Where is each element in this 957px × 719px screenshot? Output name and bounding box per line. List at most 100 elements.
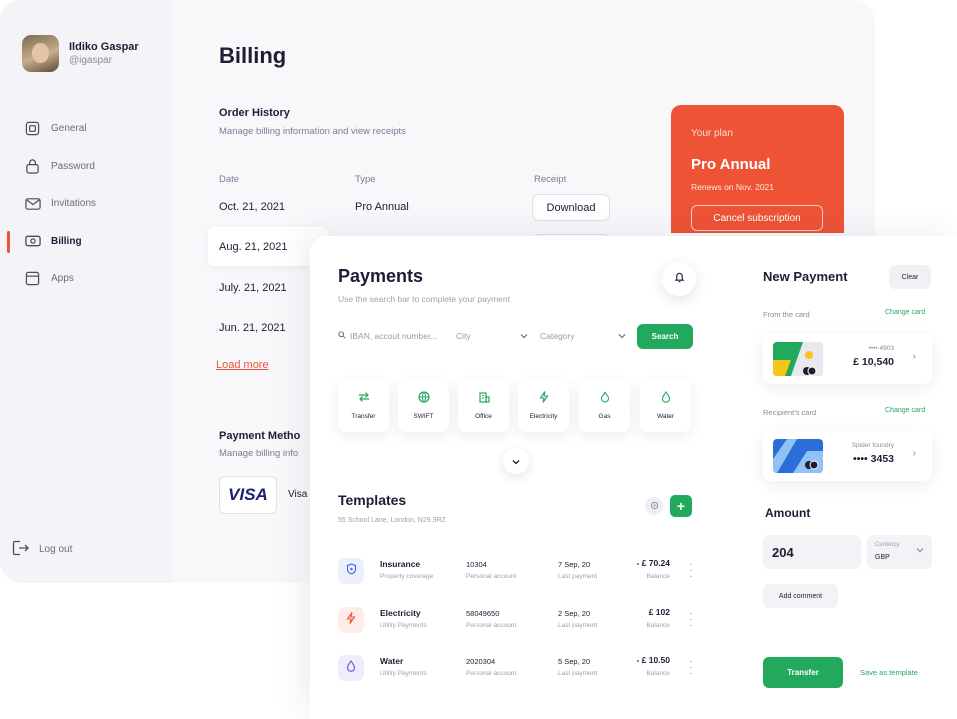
template-balance-label: Balance xyxy=(646,573,671,580)
chevron-down-icon xyxy=(916,546,924,555)
transfer-icon xyxy=(357,390,371,404)
template-balance-label: Balance xyxy=(646,670,671,677)
recipient-card[interactable]: Spider foundry •••• 3453 › xyxy=(763,431,932,481)
sidebar-item-password[interactable]: Password xyxy=(0,148,171,186)
change-card-link[interactable]: Change card xyxy=(885,309,925,316)
template-icon-wrap xyxy=(338,558,364,584)
sidebar-item-label: Password xyxy=(51,160,95,172)
card-balance: £ 10,540 xyxy=(853,356,894,368)
template-row-water[interactable]: Water Utility Payments 2020304 Personal … xyxy=(338,653,698,683)
category-select[interactable]: Category xyxy=(540,327,626,345)
transfer-button[interactable]: Transfer xyxy=(763,657,843,688)
template-amount: - £ 10.50 xyxy=(636,655,670,665)
column-header-receipt: Receipt xyxy=(534,174,567,185)
more-icon[interactable]: · · · xyxy=(688,560,694,582)
sidebar-item-general[interactable]: General xyxy=(0,110,171,148)
order-history-subtitle: Manage billing information and view rece… xyxy=(219,126,406,137)
logout-button[interactable]: Log out xyxy=(12,540,72,558)
currency-value: GBP xyxy=(875,554,890,561)
category-label: Transfer xyxy=(351,413,376,420)
order-date: Aug. 21, 2021 xyxy=(219,241,288,253)
expand-categories-button[interactable] xyxy=(503,448,529,474)
amount-title: Amount xyxy=(765,506,811,520)
notifications-button[interactable] xyxy=(662,262,696,296)
template-date-label: Last payment xyxy=(558,670,598,677)
template-amount: - £ 70.24 xyxy=(636,558,670,568)
plan-renewal: Renews on Nov. 2021 xyxy=(691,182,775,192)
card-thumbnail xyxy=(773,342,823,376)
gear-icon xyxy=(650,497,659,515)
sidebar-item-billing[interactable]: Billing xyxy=(0,223,171,261)
category-office[interactable]: Office xyxy=(458,380,509,432)
search-input[interactable]: IBAN, accout number... xyxy=(338,327,446,345)
amount-input[interactable]: 204 xyxy=(763,535,861,569)
drop-icon xyxy=(659,390,673,404)
template-icon-wrap xyxy=(338,655,364,681)
add-template-button[interactable]: + xyxy=(670,495,692,517)
globe-icon xyxy=(417,390,431,404)
more-icon[interactable]: · · · xyxy=(688,609,694,631)
from-card-label: From the card xyxy=(763,310,810,319)
lightning-icon xyxy=(346,611,356,629)
category-label: Water xyxy=(656,413,675,420)
change-card-link[interactable]: Change card xyxy=(885,407,925,414)
general-icon xyxy=(24,120,41,137)
category-gas[interactable]: Gas xyxy=(579,380,630,432)
sidebar-item-label: Apps xyxy=(51,273,74,285)
profile[interactable]: Ildiko Gaspar @igaspar xyxy=(22,35,139,72)
load-more-link[interactable]: Load more xyxy=(216,359,269,371)
template-account-label: Personal account xyxy=(466,622,517,629)
cancel-subscription-button[interactable]: Cancel subscription xyxy=(691,205,823,231)
category-water[interactable]: Water xyxy=(640,380,691,432)
chevron-right-icon: › xyxy=(912,448,916,459)
save-as-template-link[interactable]: Save as template xyxy=(860,668,918,677)
from-card[interactable]: •••• 4903 £ 10,540 › xyxy=(763,334,932,384)
plus-icon: + xyxy=(676,498,686,514)
templates-settings-button[interactable] xyxy=(645,497,663,515)
payments-subtitle: Use the search bar to complete your paym… xyxy=(338,294,510,304)
search-button[interactable]: Search xyxy=(637,324,693,349)
currency-select[interactable]: Currency GBP xyxy=(867,535,932,569)
column-header-date: Date xyxy=(219,174,240,185)
add-comment-button[interactable]: Add comment xyxy=(763,584,838,608)
flame-icon xyxy=(598,390,612,404)
sidebar-nav: General Password Invitations Billing App… xyxy=(0,110,171,298)
category-label: Office xyxy=(475,413,492,420)
sidebar-item-label: Billing xyxy=(51,235,82,247)
category-electricity[interactable]: Electricity xyxy=(518,380,569,432)
city-select[interactable]: City xyxy=(456,327,528,345)
template-account-label: Personal account xyxy=(466,573,517,580)
template-account: 10304 xyxy=(466,560,487,569)
clear-button[interactable]: Clear xyxy=(889,265,931,289)
lightning-icon xyxy=(537,390,551,404)
category-swift[interactable]: SWIFT xyxy=(398,380,449,432)
order-history-title: Order History xyxy=(219,107,290,119)
bell-icon xyxy=(674,270,685,288)
visa-logo: VISA xyxy=(219,476,277,514)
chevron-down-icon xyxy=(520,331,528,341)
category-transfer[interactable]: Transfer xyxy=(338,380,389,432)
more-icon[interactable]: · · · xyxy=(688,657,694,679)
template-row-insurance[interactable]: Insurance Property coverage 10304 Person… xyxy=(338,556,698,586)
lock-icon xyxy=(24,158,41,175)
billing-icon xyxy=(24,233,41,250)
chevron-down-icon xyxy=(512,452,520,470)
card-thumbnail xyxy=(773,439,823,473)
template-category: Utility Payments xyxy=(380,670,427,677)
order-date: July. 21, 2021 xyxy=(219,282,287,294)
profile-handle: @igaspar xyxy=(69,55,112,66)
category-label: Electricity xyxy=(529,413,558,420)
sidebar-item-label: Invitations xyxy=(51,198,97,210)
template-date: 7 Sep, 20 xyxy=(558,560,591,569)
sidebar-item-invitations[interactable]: Invitations xyxy=(0,185,171,223)
city-placeholder: City xyxy=(456,331,471,341)
drop-icon xyxy=(346,659,356,677)
recipient-card-label: Recipient's card xyxy=(763,408,817,417)
template-row-electricity[interactable]: Electricity Utility Payments 58049650 Pe… xyxy=(338,605,698,635)
sidebar-item-apps[interactable]: Apps xyxy=(0,260,171,298)
card-number: •••• 3453 xyxy=(853,453,894,465)
card-label: Visa xyxy=(288,489,308,500)
office-icon xyxy=(477,390,491,404)
card-number: •••• 4903 xyxy=(868,345,894,352)
download-button[interactable]: Download xyxy=(532,194,610,221)
